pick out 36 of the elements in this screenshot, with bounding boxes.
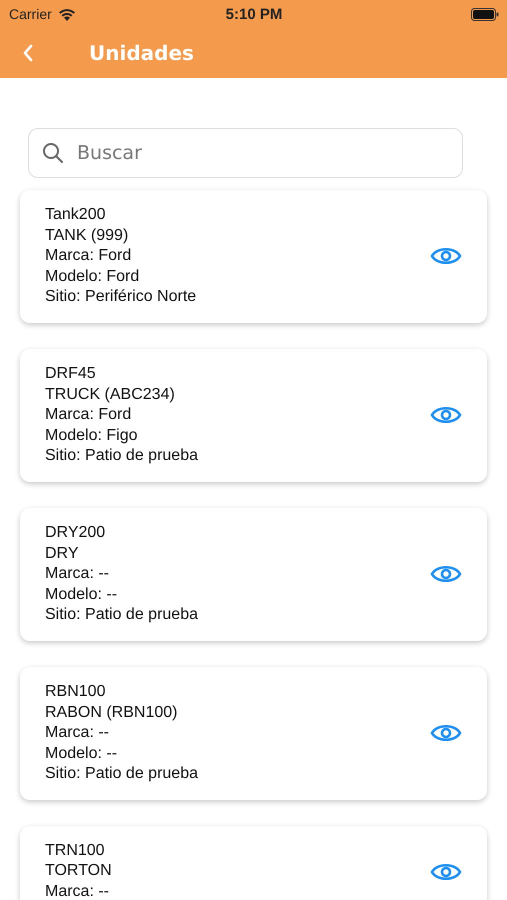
unit-detail: Marca: Ford <box>45 405 132 426</box>
unit-detail: RABON (RBN100) <box>45 702 178 722</box>
unit-detail: Marca: -- <box>45 723 110 744</box>
unit-detail: TANK (999) <box>45 226 130 246</box>
unit-detail: TORTON <box>45 861 113 882</box>
unit-detail: Sitio: Patio de prueba <box>45 764 199 784</box>
unit-detail: Marca: -- <box>45 882 110 900</box>
unit-detail: TRUCK (ABC234) <box>45 384 176 405</box>
wifi-icon <box>58 8 76 20</box>
search-field[interactable]: Buscar <box>28 128 463 178</box>
unit-card[interactable]: TRN100 TORTON Marca: -- <box>20 826 487 900</box>
unit-card[interactable]: DRF45 TRUCK (ABC234) Marca: Ford Modelo: Figo Sitio: Patio de prueba <box>20 348 487 482</box>
unit-detail: Modelo: Figo <box>45 426 138 446</box>
unit-detail: Modelo: -- <box>45 744 118 764</box>
unit-detail: DRY200 <box>45 522 106 543</box>
battery-icon <box>471 8 499 20</box>
unit-detail: Modelo: -- <box>45 584 118 605</box>
unit-detail: Sitio: Patio de prueba <box>45 446 199 466</box>
unit-detail: Sitio: Periférico Norte <box>45 287 198 308</box>
page-title: Unidades <box>89 41 194 65</box>
back-icon[interactable] <box>22 43 34 63</box>
unit-card[interactable]: RBN100 RABON (RBN100) Marca: -- Modelo: -- Sitio: Patio de prueba <box>20 666 487 800</box>
unit-detail: Marca: -- <box>45 564 110 584</box>
carrier-label: Carrier <box>9 6 52 22</box>
unit-detail: Sitio: Patio de prueba <box>45 605 199 626</box>
unit-detail: Tank200 <box>45 205 106 225</box>
unit-detail: DRY <box>45 544 80 564</box>
unit-detail: Modelo: Ford <box>45 266 140 287</box>
time-label: 5:10 PM <box>226 6 282 22</box>
unit-detail: TRN100 <box>45 840 106 861</box>
unit-detail: Marca: Ford <box>45 246 132 266</box>
unit-card[interactable]: DRY200 DRY Marca: -- Modelo: -- Sitio: Patio de prueba <box>20 508 487 641</box>
unit-detail: RBN100 <box>45 682 106 702</box>
unit-detail: DRF45 <box>45 364 97 384</box>
search-icon <box>42 142 64 164</box>
unit-card[interactable]: Tank200 TANK (999) Marca: Ford Modelo: Ford Sitio: Periférico Norte <box>20 190 487 323</box>
